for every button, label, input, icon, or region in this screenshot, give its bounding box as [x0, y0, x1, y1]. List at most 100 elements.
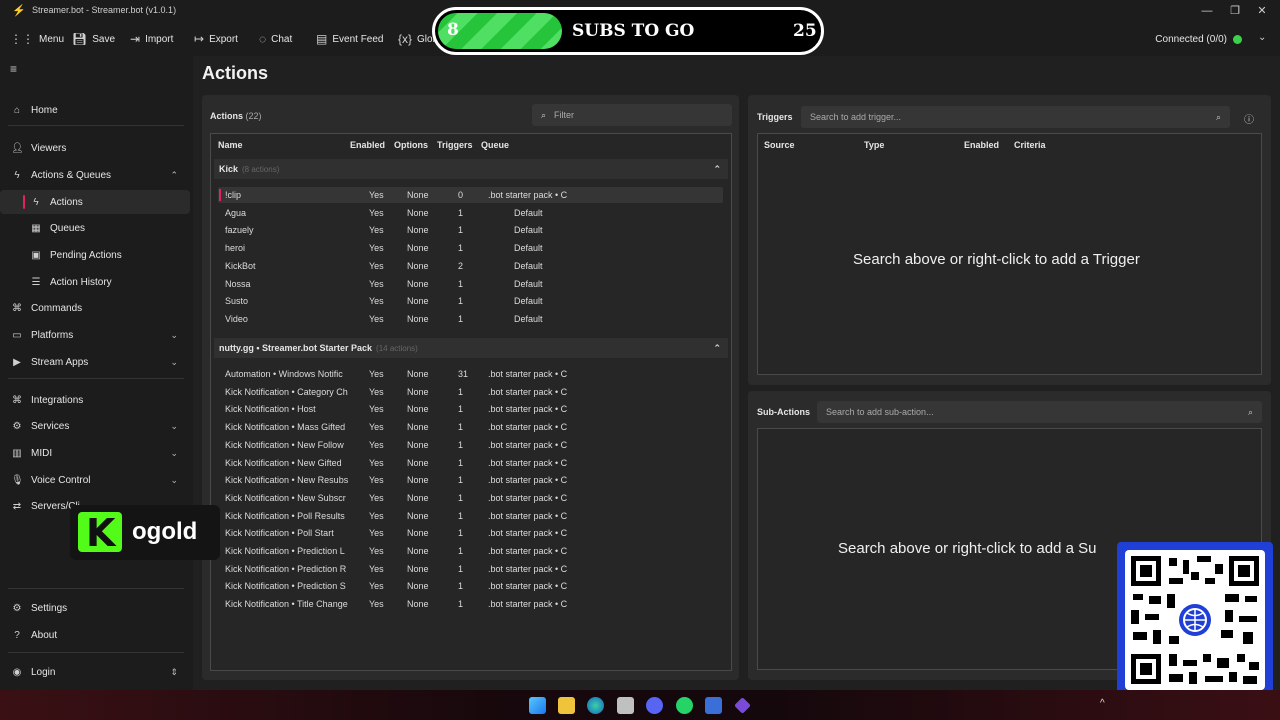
column-header-queue[interactable]: Queue	[481, 140, 509, 150]
file-explorer-icon[interactable]	[558, 697, 575, 714]
column-header-enabled[interactable]: Enabled	[350, 140, 385, 150]
cell-triggers: 1	[458, 313, 464, 324]
sidebar-item-commands[interactable]: ⌘ Commands	[0, 296, 190, 320]
cell-enabled: Yes	[369, 510, 384, 521]
column-header-criteria[interactable]: Criteria	[1014, 140, 1046, 150]
cell-name: Kick Notification • New Gifted	[225, 457, 342, 468]
export-button[interactable]: ↦ Export	[194, 22, 238, 56]
discord-icon[interactable]	[646, 697, 663, 714]
cell-options: None	[407, 313, 429, 324]
sidebar-item-services[interactable]: ⚙︎ Services ⌄	[0, 414, 190, 438]
sidebar-item-voice-control[interactable]: 🎙︎ Voice Control ⌄	[0, 468, 190, 492]
queue-icon: ▦	[31, 222, 41, 234]
filter-input[interactable]: ⌕ Filter	[532, 104, 732, 126]
sidebar-item-action-history[interactable]: ☰ Action History	[0, 270, 190, 294]
history-icon: ☰	[31, 276, 41, 288]
cell-queue: .bot starter pack • C	[488, 581, 568, 592]
store-icon[interactable]	[705, 697, 722, 714]
cell-options: None	[407, 599, 429, 610]
cell-triggers: 1	[458, 225, 464, 236]
column-header-name[interactable]: Name	[218, 140, 243, 150]
hamburger-icon[interactable]: ≡	[10, 62, 17, 76]
viewers-icon: 👤︎	[11, 142, 24, 154]
chat-button[interactable]: ◌ Chat	[259, 22, 292, 56]
maximize-button[interactable]: ❐	[1225, 2, 1245, 20]
cell-enabled: Yes	[369, 439, 384, 450]
column-header-source[interactable]: Source	[764, 140, 795, 150]
sidebar-item-home[interactable]: ⌂ Home	[0, 98, 190, 122]
info-icon[interactable]: ⓘ	[1244, 111, 1254, 126]
chevron-up-icon: ⌃	[170, 169, 178, 180]
group-header-kick[interactable]: Kick (8 actions) ⌃	[214, 159, 728, 179]
chevron-down-icon: ⌄	[170, 474, 178, 485]
chevron-down-icon: ⌄	[170, 447, 178, 458]
connection-status[interactable]: Connected (0/0)	[1155, 22, 1242, 56]
sidebar-item-platforms[interactable]: ▭ Platforms ⌄	[0, 323, 190, 347]
trigger-search-input[interactable]: Search to add trigger... ⌕	[801, 106, 1230, 128]
sidebar-item-pending-actions[interactable]: ▣ Pending Actions	[0, 243, 190, 267]
save-icon: 💾︎	[72, 32, 88, 46]
edge-browser-icon[interactable]	[587, 697, 604, 714]
subs-goal-overlay: 8 SUBS TO GO 25	[432, 7, 824, 55]
platforms-icon: ▭	[12, 329, 22, 341]
column-header-triggers[interactable]: Triggers	[437, 140, 473, 150]
import-button[interactable]: ⇥ Import	[130, 22, 173, 56]
cell-options: None	[407, 475, 429, 486]
subaction-search-input[interactable]: Search to add sub-action... ⌕	[817, 401, 1262, 423]
menu-button[interactable]: ⋮⋮ Menu	[10, 22, 64, 56]
event-feed-icon: ▤	[316, 32, 328, 46]
chevron-down-icon[interactable]: ⌄	[1258, 32, 1266, 43]
cell-name: heroi	[225, 243, 246, 254]
lightning-icon: ϟ	[14, 169, 20, 181]
cell-options: None	[407, 546, 429, 556]
sidebar-item-actions[interactable]: ϟ Actions	[0, 190, 190, 214]
tray-chevron-icon[interactable]: ^	[1100, 698, 1105, 709]
minimize-button[interactable]: —	[1197, 2, 1217, 20]
cell-queue: .bot starter pack • C	[488, 475, 568, 486]
sidebar-item-login[interactable]: ◉ Login ⇕	[0, 660, 190, 684]
midi-icon: ▥	[12, 447, 22, 459]
cell-enabled: Yes	[369, 599, 384, 610]
cell-options: None	[407, 260, 429, 271]
cell-triggers: 1	[458, 475, 464, 486]
cell-options: None	[407, 439, 429, 450]
column-header-options[interactable]: Options	[394, 140, 428, 150]
pending-icon: ▣	[31, 249, 41, 261]
divider	[8, 652, 184, 653]
windows-start-icon[interactable]	[529, 697, 546, 714]
sidebar-item-actions-queues[interactable]: ϟ Actions & Queues ⌃	[0, 163, 190, 187]
close-button[interactable]: ✕	[1252, 2, 1272, 20]
cell-triggers: 1	[458, 422, 464, 433]
sidebar-item-integrations[interactable]: ⌘ Integrations	[0, 388, 190, 412]
cell-options: None	[407, 457, 429, 468]
cell-enabled: Yes	[369, 278, 384, 289]
event-feed-button[interactable]: ▤ Event Feed	[316, 22, 384, 56]
cell-name: Kick Notification • Prediction S	[225, 581, 346, 592]
sidebar-item-stream-apps[interactable]: ▶ Stream Apps ⌄	[0, 350, 190, 374]
sidebar-item-queues[interactable]: ▦ Queues	[0, 216, 190, 240]
cell-name: Nossa	[225, 278, 251, 289]
cell-queue: Default	[514, 225, 543, 236]
cell-options: None	[407, 369, 429, 379]
kick-overlay: K ogold	[70, 505, 220, 560]
services-icon: ⚙︎	[12, 420, 22, 432]
sidebar-item-settings[interactable]: ⚙︎ Settings	[0, 596, 190, 620]
cell-queue: Default	[514, 260, 543, 271]
sidebar-item-viewers[interactable]: 👤︎ Viewers	[0, 136, 190, 160]
cell-triggers: 1	[458, 278, 464, 289]
app-icon[interactable]	[617, 697, 634, 714]
cell-name: Kick Notification • Poll Results	[225, 510, 345, 521]
column-header-trigger-enabled[interactable]: Enabled	[964, 140, 999, 150]
save-button[interactable]: 💾︎ Save	[72, 22, 115, 56]
cell-enabled: Yes	[369, 546, 384, 556]
cell-queue: .bot starter pack • C	[488, 422, 568, 433]
home-icon: ⌂	[13, 104, 21, 116]
cell-queue: Default	[514, 243, 543, 254]
column-header-type[interactable]: Type	[864, 140, 884, 150]
cell-triggers: 0	[458, 190, 464, 200]
cell-options: None	[407, 581, 429, 592]
group-header-starter-pack[interactable]: nutty.gg • Streamer.bot Starter Pack (14 …	[214, 338, 728, 358]
sidebar-item-midi[interactable]: ▥ MIDI ⌄	[0, 441, 190, 465]
whatsapp-icon[interactable]	[676, 697, 693, 714]
sidebar-item-about[interactable]: ? About	[0, 623, 190, 647]
